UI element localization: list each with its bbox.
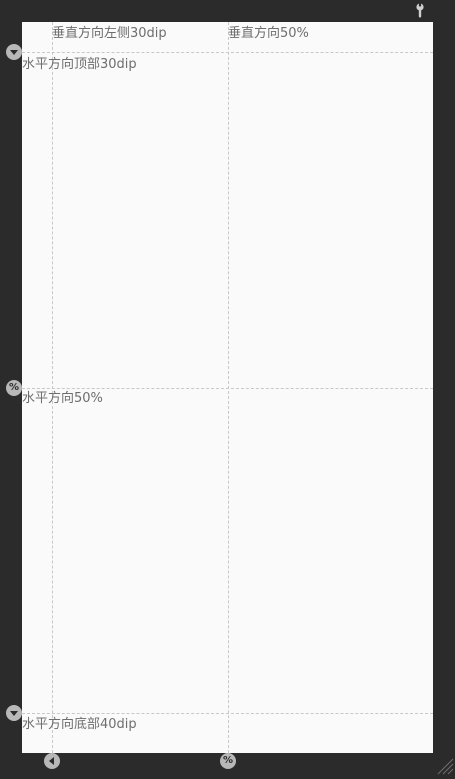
horizontal-bottom-guide-label: 水平方向底部40dip	[22, 717, 137, 732]
percent-symbol: %	[222, 755, 234, 766]
chevron-down-icon[interactable]	[6, 44, 22, 60]
horizontal-guide-center-50-percent[interactable]	[22, 388, 433, 389]
horizontal-center-guide-label: 水平方向50%	[22, 391, 103, 406]
percent-icon[interactable]: %	[6, 380, 22, 396]
resize-grip-icon[interactable]	[436, 757, 454, 775]
horizontal-guide-bottom-40dip[interactable]	[22, 713, 433, 714]
percent-symbol: %	[8, 382, 20, 393]
wrench-icon[interactable]	[414, 3, 426, 18]
vertical-left-guide-label: 垂直方向左侧30dip	[52, 26, 167, 41]
chevron-left-icon[interactable]	[44, 753, 60, 769]
horizontal-guide-top-30dip[interactable]	[22, 52, 433, 53]
vertical-center-guide-label: 垂直方向50%	[228, 26, 309, 41]
layout-canvas: 垂直方向左侧30dip 垂直方向50% 水平方向顶部30dip 水平方向50% …	[22, 22, 433, 753]
horizontal-top-guide-label: 水平方向顶部30dip	[22, 57, 137, 72]
chevron-down-icon[interactable]	[6, 705, 22, 721]
percent-icon[interactable]: %	[220, 753, 236, 769]
